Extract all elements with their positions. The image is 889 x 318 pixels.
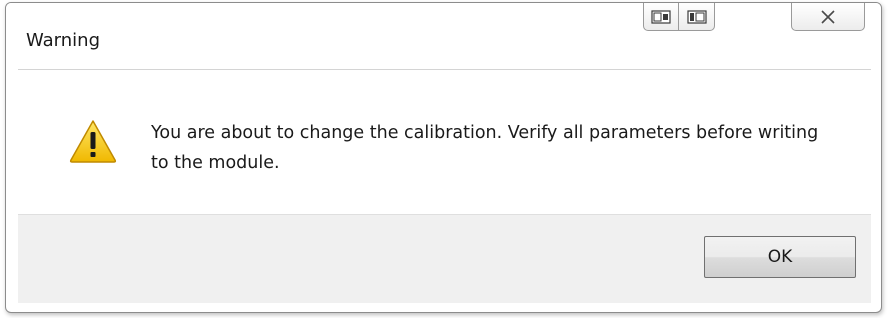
caption-buttons — [643, 3, 865, 33]
close-icon — [821, 9, 835, 24]
dock-right-button[interactable] — [679, 3, 715, 31]
message-area: You are about to change the calibration.… — [18, 69, 871, 215]
title-bar[interactable]: Warning — [6, 3, 881, 69]
dialog-message: You are about to change the calibration.… — [151, 123, 819, 173]
dock-left-button[interactable] — [643, 3, 679, 31]
ok-button[interactable]: OK — [704, 236, 856, 278]
window-title: Warning — [26, 30, 101, 51]
restore-left-icon — [651, 9, 671, 24]
restore-right-icon — [686, 9, 707, 24]
warning-icon — [69, 120, 117, 163]
close-button[interactable] — [791, 3, 865, 31]
button-bar: OK — [18, 214, 871, 303]
warning-dialog: Warning You are about to change the cali… — [5, 2, 882, 313]
